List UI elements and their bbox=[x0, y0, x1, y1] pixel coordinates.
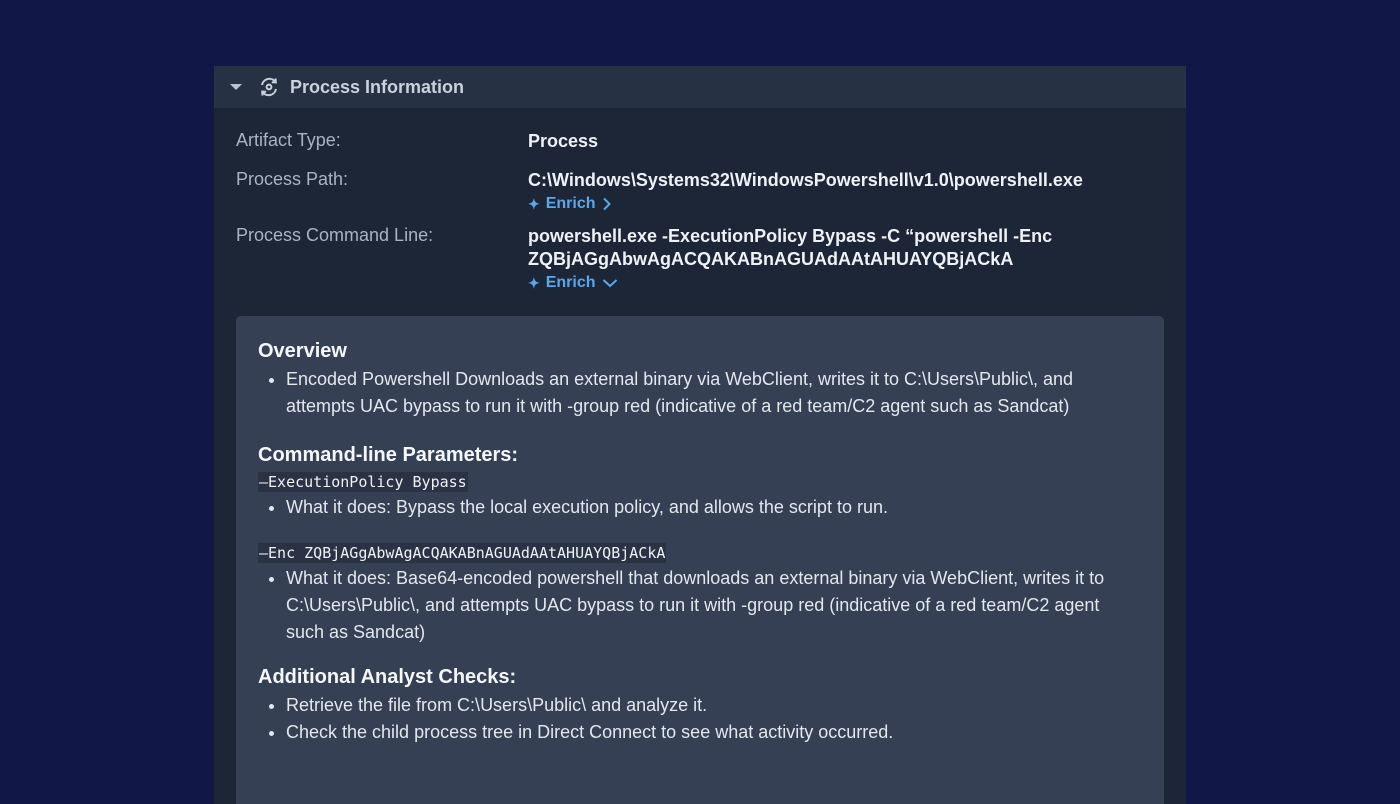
list-item: Check the child process tree in Direct C… bbox=[286, 719, 1142, 746]
enrich-command-button[interactable]: ✦ Enrich bbox=[528, 274, 1052, 292]
analyst-checks-list: Retrieve the file from C:\Users\Public\ … bbox=[258, 692, 1142, 746]
parameter-list: What it does: Base64-encoded powershell … bbox=[258, 565, 1142, 646]
panel-header[interactable]: Process Information bbox=[214, 66, 1186, 108]
enrich-label: Enrich bbox=[545, 274, 596, 291]
parameters-heading: Command-line Parameters: bbox=[258, 444, 519, 466]
process-path-row: Process Path: C:\Windows\Systems32\Windo… bbox=[236, 169, 1186, 213]
sparkle-icon: ✦ bbox=[528, 195, 540, 212]
artifact-type-label: Artifact Type: bbox=[236, 130, 341, 150]
list-item: What it does: Bypass the local execution… bbox=[286, 494, 1142, 521]
process-icon bbox=[258, 76, 280, 98]
command-line-value-line1: powershell.exe -ExecutionPolicy Bypass -… bbox=[528, 226, 1053, 246]
list-item: What it does: Base64-encoded powershell … bbox=[286, 565, 1142, 646]
command-line-value-line2: ZQBjAGgAbwAgACQAKABnAGUAdAAtAHUAYQBjACkA bbox=[528, 249, 1014, 269]
artifact-type-row: Artifact Type: Process bbox=[236, 130, 1186, 153]
panel-title: Process Information bbox=[290, 76, 465, 97]
parameter-code: –ExecutionPolicy Bypass bbox=[258, 472, 468, 492]
process-information-panel: Process Information Artifact Type: Proce… bbox=[214, 66, 1186, 804]
enrich-path-button[interactable]: ✦ Enrich bbox=[528, 195, 1083, 213]
list-item: Encoded Powershell Downloads an external… bbox=[286, 366, 1142, 420]
sparkle-icon: ✦ bbox=[528, 274, 540, 291]
command-line-row: Process Command Line: powershell.exe -Ex… bbox=[236, 225, 1186, 292]
enrichment-summary-card: Overview Encoded Powershell Downloads an… bbox=[236, 316, 1164, 804]
enrich-label: Enrich bbox=[545, 195, 596, 212]
chevron-right-icon bbox=[602, 197, 612, 211]
analyst-checks-heading: Additional Analyst Checks: bbox=[258, 666, 517, 688]
parameter-code: –Enc ZQBjAGgAbwAgACQAKABnAGUAdAAtAHUAYQB… bbox=[258, 543, 667, 563]
chevron-down-icon bbox=[602, 278, 618, 288]
collapse-caret-icon[interactable] bbox=[230, 84, 242, 90]
process-path-label: Process Path: bbox=[236, 169, 349, 189]
command-line-label: Process Command Line: bbox=[236, 225, 434, 245]
overview-list: Encoded Powershell Downloads an external… bbox=[258, 366, 1142, 420]
overview-heading: Overview bbox=[258, 340, 347, 362]
artifact-type-value: Process bbox=[528, 131, 599, 151]
list-item: Retrieve the file from C:\Users\Public\ … bbox=[286, 692, 1142, 719]
process-path-value: C:\Windows\Systems32\WindowsPowershell\v… bbox=[528, 170, 1083, 190]
parameter-list: What it does: Bypass the local execution… bbox=[258, 494, 1142, 521]
